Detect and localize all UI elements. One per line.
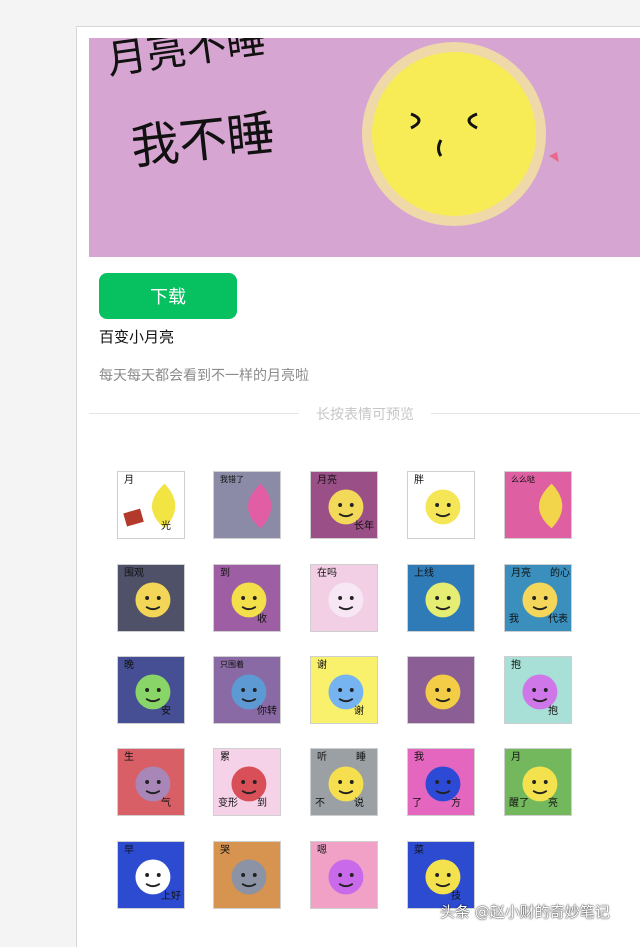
download-button[interactable]: 下载 — [99, 273, 237, 319]
sticker-caption: 哭 — [220, 845, 230, 856]
sticker-13[interactable]: 谢谢 — [310, 656, 378, 724]
sticker-1[interactable]: 月光 — [117, 471, 185, 539]
sticker-caption: 月 — [511, 752, 521, 763]
sticker-21[interactable]: 早上好 — [117, 841, 185, 909]
sticker-3[interactable]: 月亮长年 — [310, 471, 378, 539]
sticker-8[interactable]: 在吗 — [310, 564, 378, 632]
sticker-caption: 谢 — [354, 706, 364, 717]
pack-title: 百变小月亮 — [99, 328, 175, 346]
sticker-20[interactable]: 月亮 醒了 — [504, 748, 572, 816]
sticker-14[interactable] — [407, 656, 475, 724]
sticker-4[interactable]: 胖 — [407, 471, 475, 539]
sticker-caption: 围观 — [124, 568, 144, 579]
sticker-caption: 方 — [451, 798, 461, 809]
sticker-caption: 到 — [220, 568, 230, 579]
sticker-caption: 胖 — [414, 475, 424, 486]
sticker-caption: 生 — [124, 752, 134, 763]
pack-description: 每天每天都会看到不一样的月亮啦 — [99, 368, 309, 384]
divider-right — [431, 413, 640, 414]
sticker-caption: 代表 — [548, 614, 568, 625]
sticker-24[interactable]: 菜技 — [407, 841, 475, 909]
sticker-7[interactable]: 到收 — [213, 564, 281, 632]
sticker-caption: 醒了 — [509, 798, 529, 809]
sticker-10[interactable]: 月亮代表 我 的心 — [504, 564, 572, 632]
sticker-caption: 说 — [354, 798, 364, 809]
sticker-17[interactable]: 累到 变形 — [213, 748, 281, 816]
sticker-caption: 谢 — [317, 660, 327, 671]
preview-hint: 长按表情可预览 — [316, 407, 414, 423]
sticker-caption: 我错了 — [220, 475, 244, 484]
sticker-caption: 你转 — [257, 706, 277, 717]
sticker-11[interactable]: 晚安 — [117, 656, 185, 724]
page-left-rail — [0, 0, 30, 935]
sticker-caption: 月 — [124, 475, 134, 486]
sticker-22[interactable]: 哭 — [213, 841, 281, 909]
sticker-19[interactable]: 我方 了 — [407, 748, 475, 816]
sticker-caption: 晚 — [124, 660, 134, 671]
sticker-caption: 长年 — [354, 521, 374, 532]
sticker-caption: 的心 — [550, 568, 570, 579]
sticker-caption: 只围着 — [220, 660, 244, 669]
sticker-caption: 收 — [257, 614, 267, 625]
sticker-18[interactable]: 听说 不 睡 — [310, 748, 378, 816]
sticker-caption: 变形 — [218, 798, 238, 809]
sticker-caption: 气 — [161, 798, 171, 809]
sticker-caption: 睡 — [356, 752, 366, 763]
sticker-caption: 在吗 — [317, 568, 337, 579]
sticker-caption: 上线 — [414, 568, 434, 579]
watermark: 头条 @赵小财的奇妙笔记 — [440, 903, 610, 921]
banner-illustration: 月亮不睡 我不睡 — [89, 38, 640, 257]
sticker-caption: 抱 — [548, 706, 558, 717]
sticker-16[interactable]: 生气 — [117, 748, 185, 816]
sticker-caption: 不 — [315, 798, 325, 809]
sticker-caption: 月亮 — [317, 475, 337, 486]
pack-banner-image: 月亮不睡 我不睡 — [89, 38, 640, 257]
sticker-caption: 月亮 — [511, 568, 531, 579]
sticker-art — [408, 657, 474, 723]
sticker-caption: 我 — [509, 614, 519, 625]
sticker-caption: 安 — [161, 706, 171, 717]
sticker-caption: 菜 — [414, 845, 424, 856]
sticker-caption: 亮 — [548, 798, 558, 809]
sticker-caption: 累 — [220, 752, 230, 763]
sticker-2[interactable]: 我错了 — [213, 471, 281, 539]
sticker-15[interactable]: 抱抱 — [504, 656, 572, 724]
sticker-6[interactable]: 围观 — [117, 564, 185, 632]
sticker-23[interactable]: 嗯 — [310, 841, 378, 909]
sticker-12[interactable]: 只围着你转 — [213, 656, 281, 724]
moon-face — [372, 52, 536, 216]
sticker-caption: 上好 — [161, 891, 181, 902]
sticker-caption: 早 — [124, 845, 134, 856]
sticker-caption: 嗯 — [317, 845, 327, 856]
sticker-caption: 我 — [414, 752, 424, 763]
sticker-caption: 到 — [257, 798, 267, 809]
divider-left — [89, 413, 299, 414]
sticker-caption: 了 — [412, 798, 422, 809]
sticker-caption: 抱 — [511, 660, 521, 671]
sticker-caption: 么么哒 — [511, 475, 535, 484]
sticker-9[interactable]: 上线 — [407, 564, 475, 632]
sticker-caption: 光 — [161, 521, 171, 532]
sticker-caption: 听 — [317, 752, 327, 763]
sticker-5[interactable]: 么么哒 — [504, 471, 572, 539]
